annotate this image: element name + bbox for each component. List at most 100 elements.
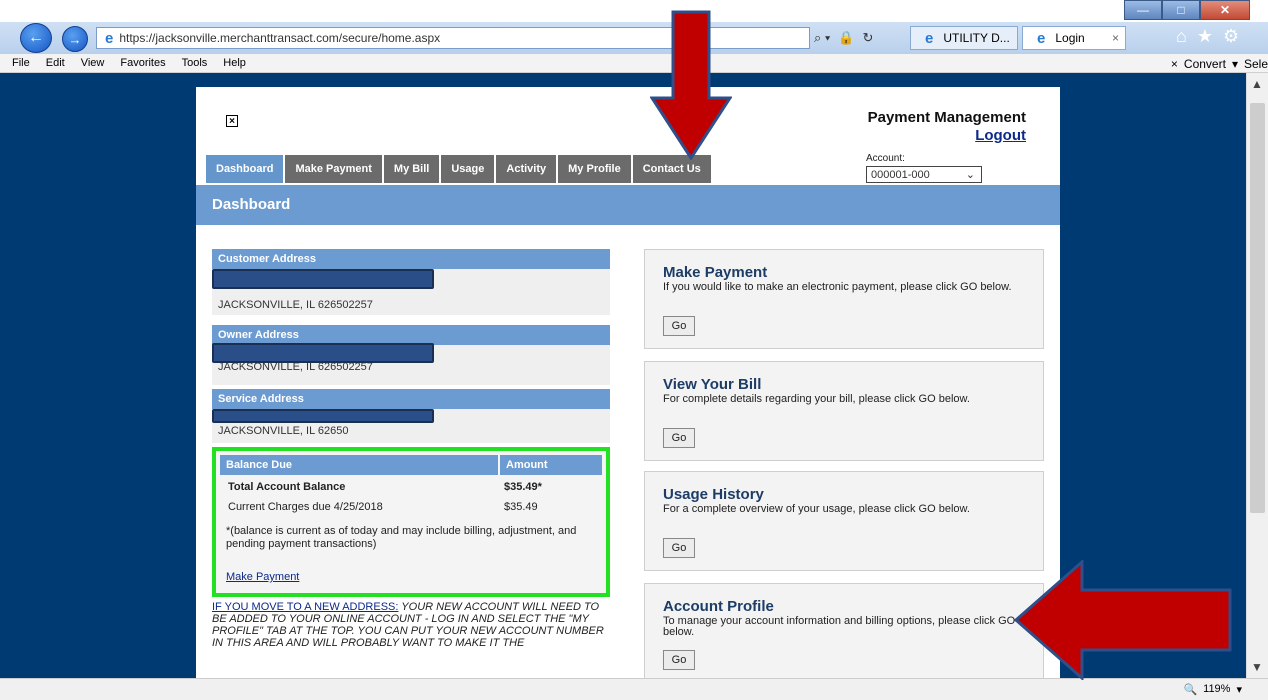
refresh-icon[interactable]: ↻ [863, 30, 874, 46]
tab-make-payment[interactable]: Make Payment [285, 155, 382, 183]
close-window-button[interactable]: ✕ [1200, 0, 1250, 20]
tab-close-icon[interactable]: × [1112, 31, 1119, 45]
zoom-control[interactable]: 🔍 119% ▾ [1183, 683, 1242, 696]
select-button[interactable]: Sele [1244, 57, 1268, 71]
owner-address-heading: Owner Address [212, 325, 610, 345]
account-label: Account: [866, 153, 905, 164]
current-charges-amount: $35.49 [504, 501, 538, 513]
address-url: https://jacksonville.merchanttransact.co… [119, 31, 441, 45]
tab-login[interactable]: e Login × [1022, 26, 1126, 50]
make-payment-link[interactable]: Make Payment [226, 571, 299, 583]
zoom-level: 119% [1203, 683, 1231, 695]
minimize-button[interactable]: — [1124, 0, 1162, 20]
current-charges-row: Current Charges due 4/25/2018 $35.49 [220, 497, 602, 517]
usage-history-go-button[interactable]: Go [663, 538, 695, 558]
convert-button[interactable]: Convert [1184, 57, 1226, 71]
scroll-up-icon[interactable]: ▲ [1251, 77, 1263, 91]
move-notice: IF YOU MOVE TO A NEW ADDRESS: YOUR NEW A… [212, 601, 608, 649]
customer-address-heading: Customer Address [212, 249, 610, 269]
menu-file[interactable]: File [12, 57, 30, 69]
total-balance-label: Total Account Balance [228, 481, 346, 493]
scroll-thumb[interactable] [1250, 103, 1265, 513]
logout-link[interactable]: Logout [975, 127, 1026, 144]
scroll-down-icon[interactable]: ▼ [1251, 660, 1263, 674]
window-caption: — □ ✕ [0, 0, 1268, 22]
tab-my-bill[interactable]: My Bill [383, 155, 440, 183]
vertical-scrollbar[interactable]: ▲ ▼ [1246, 73, 1268, 678]
account-profile-card: Account Profile To manage your account i… [644, 583, 1044, 678]
card-text: If you would like to make an electronic … [663, 281, 1012, 293]
account-select[interactable]: 000001-000 ⌄ [866, 166, 982, 183]
view-bill-card: View Your Bill For complete details rega… [644, 361, 1044, 461]
menu-bar: File Edit View Favorites Tools Help × Co… [0, 54, 1268, 73]
dashboard-header: Dashboard [196, 185, 1060, 225]
chevron-down-icon[interactable]: ▾ [1232, 57, 1238, 71]
status-bar: 🔍 119% ▾ [0, 678, 1268, 700]
tab-ie-icon: e [1037, 29, 1046, 47]
tab-utility-label: UTILITY D... [943, 31, 1010, 45]
menu-help[interactable]: Help [223, 57, 246, 69]
window-controls: — □ ✕ [1124, 0, 1250, 21]
redaction-bar [212, 343, 434, 363]
annotation-arrow-left-icon [1014, 560, 1232, 680]
menu-favorites[interactable]: Favorites [120, 57, 165, 69]
menu-edit[interactable]: Edit [46, 57, 65, 69]
tab-login-label: Login [1055, 31, 1085, 45]
close-icon[interactable]: × [226, 115, 238, 127]
current-charges-label: Current Charges due 4/25/2018 [228, 501, 383, 513]
ie-page-icon: e [105, 29, 114, 47]
make-payment-card: Make Payment If you would like to make a… [644, 249, 1044, 349]
card-text: For complete details regarding your bill… [663, 393, 970, 405]
service-address-city: JACKSONVILLE, IL 62650 [218, 425, 349, 437]
balance-header: Balance Due Amount [220, 455, 602, 475]
usage-history-card: Usage History For a complete overview of… [644, 471, 1044, 571]
lock-icon[interactable]: 🔒 [838, 30, 854, 46]
chevron-down-icon: ▾ [1236, 684, 1242, 696]
page-title: Payment Management [867, 109, 1026, 126]
balance-due-header: Balance Due [220, 455, 498, 475]
home-icon[interactable]: ⌂ [1176, 26, 1187, 47]
command-close-icon[interactable]: × [1171, 57, 1178, 71]
chevron-down-icon: ⌄ [965, 169, 975, 181]
forward-button[interactable]: → [62, 26, 88, 52]
view-bill-go-button[interactable]: Go [663, 428, 695, 448]
tab-ie-icon: e [925, 29, 934, 47]
page-card: × Payment Management Logout Dashboard Ma… [196, 87, 1060, 678]
settings-gear-icon[interactable]: ⚙ [1223, 26, 1239, 47]
card-title: View Your Bill [663, 376, 762, 393]
card-title: Account Profile [663, 598, 774, 615]
zoom-icon: 🔍 [1183, 684, 1198, 696]
annotation-arrow-down-icon [650, 10, 732, 160]
tab-activity[interactable]: Activity [496, 155, 557, 183]
tab-dashboard[interactable]: Dashboard [206, 155, 284, 183]
balance-note: *(balance is current as of today and may… [226, 525, 577, 550]
maximize-button[interactable]: □ [1162, 0, 1200, 20]
back-button[interactable]: ← [20, 23, 52, 53]
menu-tools[interactable]: Tools [182, 57, 208, 69]
favorites-star-icon[interactable]: ★ [1197, 26, 1213, 47]
tab-my-profile[interactable]: My Profile [558, 155, 631, 183]
browser-toolbar: ← → e https://jacksonville.merchanttrans… [0, 22, 1268, 54]
account-profile-go-button[interactable]: Go [663, 650, 695, 670]
tab-utility[interactable]: e UTILITY D... [910, 26, 1018, 50]
account-value: 000001-000 [871, 168, 930, 181]
amount-header: Amount [500, 455, 602, 475]
card-text: For a complete overview of your usage, p… [663, 503, 970, 515]
service-address-heading: Service Address [212, 389, 610, 409]
make-payment-go-button[interactable]: Go [663, 316, 695, 336]
card-text: To manage your account information and b… [663, 615, 1016, 638]
main-nav-tabs: Dashboard Make Payment My Bill Usage Act… [206, 155, 713, 183]
menu-view[interactable]: View [81, 57, 105, 69]
customer-address-city: JACKSONVILLE, IL 626502257 [218, 299, 373, 311]
card-title: Make Payment [663, 264, 768, 281]
move-notice-link[interactable]: IF YOU MOVE TO A NEW ADDRESS: [212, 601, 398, 613]
tab-usage[interactable]: Usage [441, 155, 495, 183]
search-dropdown-icon[interactable]: ⌕ ▾ [814, 30, 830, 46]
card-title: Usage History [663, 486, 764, 503]
browser-icons: ⌂ ★ ⚙ [1176, 26, 1239, 47]
balance-panel: Balance Due Amount Total Account Balance… [212, 447, 610, 597]
dashboard-title: Dashboard [212, 196, 291, 213]
command-bar: × Convert ▾ Sele [1171, 54, 1268, 73]
redaction-bar [212, 269, 434, 289]
total-balance-amount: $35.49* [504, 481, 542, 493]
